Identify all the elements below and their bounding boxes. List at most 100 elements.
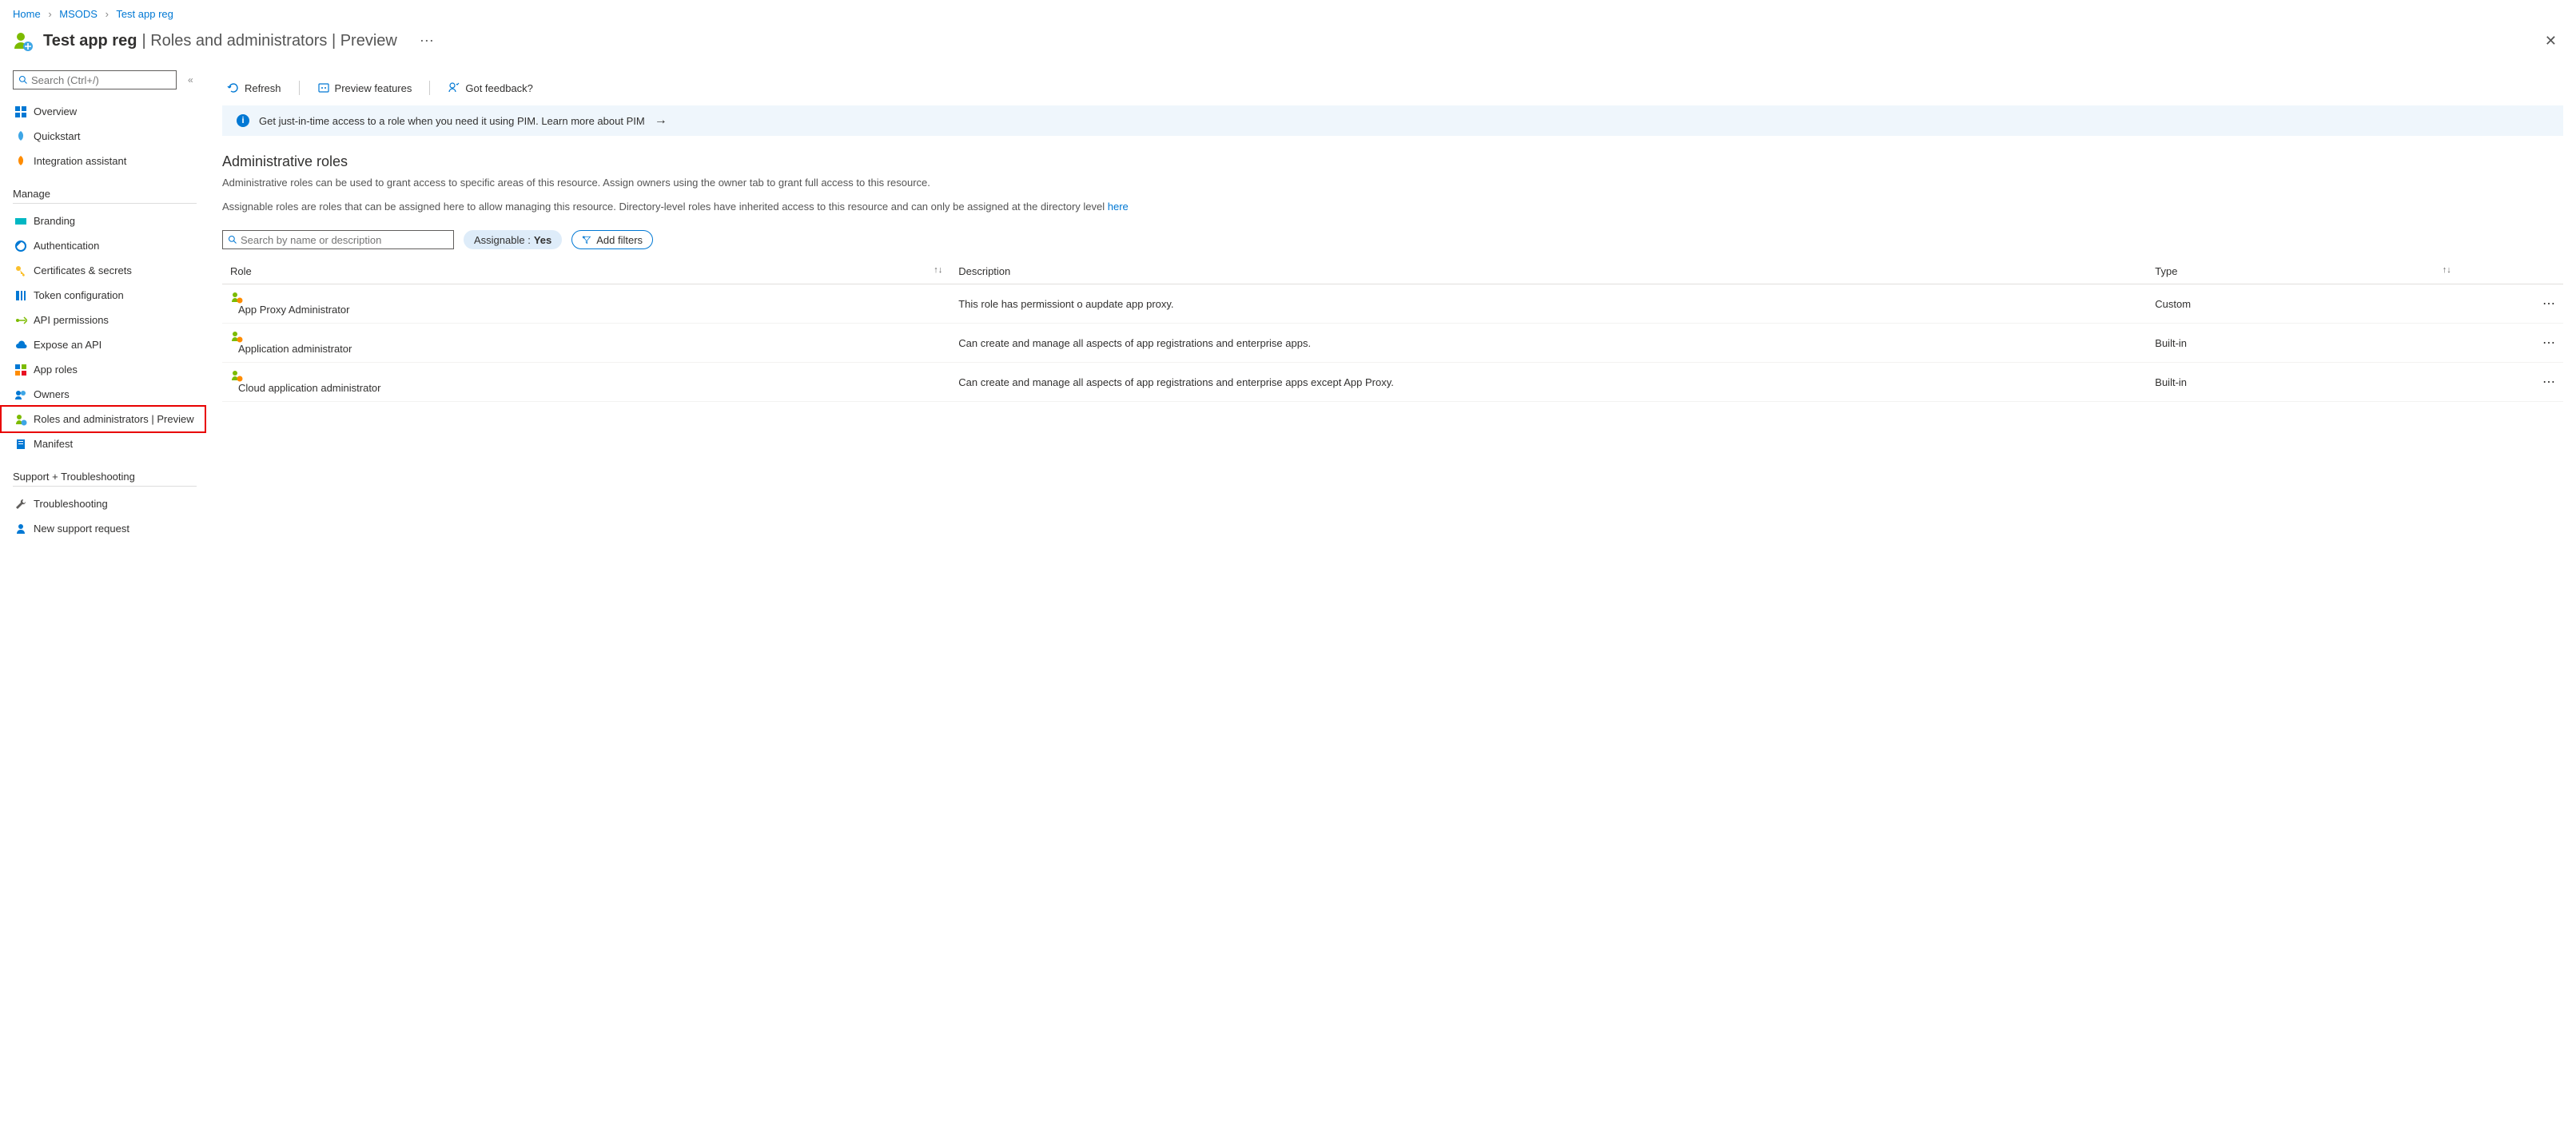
sidebar-item-owners[interactable]: Owners [13,382,205,407]
row-more-icon[interactable]: ⋯ [2459,363,2563,402]
sidebar-item-troubleshooting[interactable]: Troubleshooting [13,491,205,516]
sidebar-item-manifest[interactable]: Manifest [13,431,205,456]
add-filters-label: Add filters [596,234,643,246]
sidebar-item-api-permissions[interactable]: API permissions [13,308,205,332]
preview-features-button[interactable]: Preview features [313,78,417,97]
role-name: App Proxy Administrator [238,304,349,316]
sidebar-item-new-support-request[interactable]: New support request [13,516,205,541]
add-filter-icon [582,235,591,244]
sidebar-item-certificates-secrets[interactable]: Certificates & secrets [13,258,205,283]
role-name: Cloud application administrator [238,382,380,394]
feedback-button[interactable]: Got feedback? [443,78,538,97]
sidebar-item-label: Authentication [34,240,99,252]
grid-icon [14,105,27,118]
table-row[interactable]: Cloud application administrator Can creat… [222,363,2563,402]
collapse-sidebar-icon[interactable]: « [188,74,193,85]
rocket-orange-icon [14,155,27,168]
main-content: Refresh Preview features Got feedback? i… [205,70,2576,557]
sidebar-search-box[interactable] [13,70,177,89]
sidebar: « Overview Quickstart Integration assistan… [0,70,205,557]
sidebar-item-label: Owners [34,388,70,400]
refresh-button[interactable]: Refresh [222,78,286,97]
role-type: Built-in [2147,363,2459,402]
sidebar-item-overview[interactable]: Overview [13,99,205,124]
row-more-icon[interactable]: ⋯ [2459,284,2563,324]
manifest-icon [14,438,27,451]
sidebar-item-authentication[interactable]: Authentication [13,233,205,258]
sidebar-item-roles-and-administrators-preview[interactable]: Roles and administrators | Preview [2,407,205,431]
sidebar-item-quickstart[interactable]: Quickstart [13,124,205,149]
toolbar-divider [429,81,430,95]
sidebar-item-label: Certificates & secrets [34,264,132,276]
table-row[interactable]: Application administrator Can create and … [222,324,2563,363]
key-icon [14,264,27,277]
col-type[interactable]: Type↑↓ [2147,259,2459,284]
assignable-value: Yes [534,234,551,246]
sidebar-item-branding[interactable]: Branding [13,209,205,233]
search-icon [228,235,237,244]
breadcrumb-sep: › [48,8,51,20]
sidebar-section-manage: Manage [13,188,197,204]
sort-icon: ↑↓ [934,265,942,275]
sidebar-item-label: Overview [34,105,77,117]
section-desc-1: Administrative roles can be used to gran… [222,175,2563,191]
page-subtitle: | Roles and administrators | Preview [141,32,396,50]
app-roles-icon [14,364,27,376]
close-icon[interactable]: ✕ [2538,26,2563,56]
sidebar-item-token-configuration[interactable]: Token configuration [13,283,205,308]
feedback-label: Got feedback? [465,82,533,94]
breadcrumb-sep: › [106,8,109,20]
wrench-icon [14,498,27,511]
add-filters-pill[interactable]: Add filters [571,230,653,249]
refresh-label: Refresh [245,82,281,94]
breadcrumb-app[interactable]: Test app reg [116,8,173,20]
role-icon [230,291,942,304]
toolbar-divider [299,81,300,95]
section-desc-2: Assignable roles are roles that can be a… [222,199,2563,215]
title-bar: Test app reg | Roles and administrators … [0,23,2576,70]
breadcrumb-org[interactable]: MSODS [59,8,98,20]
sidebar-item-label: Roles and administrators | Preview [34,413,194,425]
sidebar-item-label: Token configuration [34,289,124,301]
sidebar-section-support: Support + Troubleshooting [13,471,197,487]
role-type: Custom [2147,284,2459,324]
role-name: Application administrator [238,343,352,355]
auth-icon [14,240,27,252]
search-icon [18,75,28,85]
preview-label: Preview features [335,82,412,94]
sidebar-item-label: Integration assistant [34,155,126,167]
role-description: This role has permissiont o aupdate app … [950,284,2147,324]
arrow-right-icon: → [655,113,667,128]
sidebar-search-input[interactable] [31,74,172,86]
assignable-filter-pill[interactable]: Assignable : Yes [464,230,562,249]
sidebar-item-label: New support request [34,523,129,535]
cloud-icon [14,339,27,352]
sidebar-item-label: API permissions [34,314,109,326]
more-actions-icon[interactable]: ⋯ [420,33,434,50]
page-title: Test app reg [43,32,137,50]
rocket-blue-icon [14,130,27,143]
sort-icon: ↑↓ [2443,265,2451,275]
table-row[interactable]: App Proxy Administrator This role has per… [222,284,2563,324]
sidebar-item-label: Quickstart [34,130,81,142]
filter-search-box[interactable] [222,230,454,249]
info-banner[interactable]: i Get just-in-time access to a role when… [222,105,2563,136]
refresh-icon [227,81,240,94]
sidebar-item-label: Troubleshooting [34,498,108,510]
role-description: Can create and manage all aspects of app… [950,363,2147,402]
role-description: Can create and manage all aspects of app… [950,324,2147,363]
col-description[interactable]: Description [950,259,2147,284]
brand-icon [14,215,27,228]
col-role[interactable]: Role↑↓ [222,259,950,284]
sidebar-item-app-roles[interactable]: App roles [13,357,205,382]
breadcrumb-home[interactable]: Home [13,8,41,20]
app-registration-icon [13,31,34,52]
toolbar: Refresh Preview features Got feedback? [222,70,2563,105]
sidebar-item-label: Expose an API [34,339,102,351]
filter-search-input[interactable] [241,234,448,246]
sidebar-item-expose-an-api[interactable]: Expose an API [13,332,205,357]
here-link[interactable]: here [1108,201,1129,213]
support-icon [14,523,27,535]
sidebar-item-integration-assistant[interactable]: Integration assistant [13,149,205,173]
row-more-icon[interactable]: ⋯ [2459,324,2563,363]
